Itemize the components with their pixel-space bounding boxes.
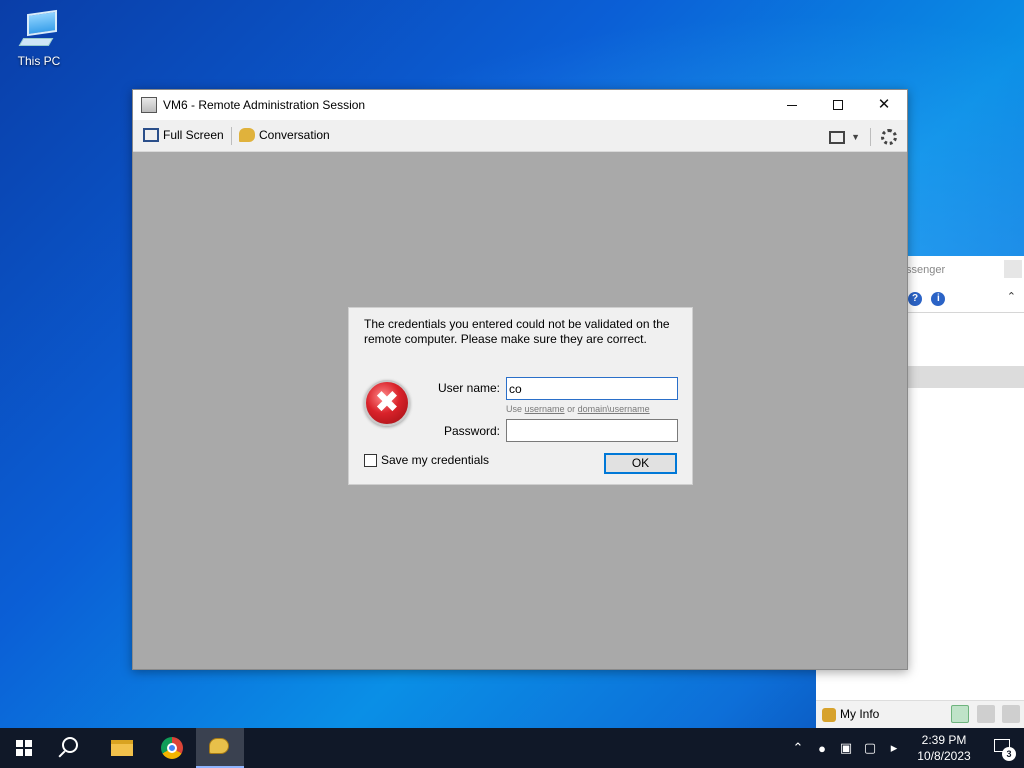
maximize-icon	[833, 100, 843, 111]
desktop-icon-label: This PC	[17, 54, 61, 68]
close-button[interactable]: ✕	[861, 90, 907, 120]
messenger-title-button[interactable]	[1004, 260, 1022, 278]
user-icon	[822, 707, 836, 722]
password-label: Password:	[443, 424, 500, 438]
maximize-button[interactable]	[815, 90, 861, 120]
my-info-button[interactable]: My Info	[822, 707, 879, 722]
divider	[906, 312, 1024, 313]
chevron-down-icon[interactable]: ▼	[851, 132, 860, 142]
messenger-icon	[209, 738, 229, 754]
toolbar-divider	[870, 128, 871, 146]
error-icon: ✖	[364, 380, 410, 426]
desktop-icon-this-pc[interactable]: This PC	[10, 8, 68, 68]
clock-time: 2:39 PM	[921, 733, 967, 747]
clock[interactable]: 2:39 PM 10/8/2023	[906, 732, 982, 764]
messenger-title: ssenger	[906, 264, 946, 276]
volume-muted-icon[interactable]: ▸	[882, 740, 906, 756]
status-offline-icon[interactable]	[1002, 705, 1020, 723]
computer-icon	[17, 8, 61, 52]
checkbox-box[interactable]	[364, 453, 377, 467]
hint-or: or	[567, 404, 576, 414]
username-label: User name:	[437, 381, 500, 395]
conversation-icon	[239, 128, 255, 142]
monitor-icon[interactable]	[829, 130, 846, 144]
conversation-label: Conversation	[259, 128, 330, 142]
system-tray: ⌃ ● ▣ ▢ ▸ 2:39 PM 10/8/2023 3	[786, 728, 1024, 768]
error-message: The credentials you entered could not be…	[364, 317, 670, 346]
minimize-button[interactable]	[769, 90, 815, 120]
username-hint: Use username or domain\username	[506, 404, 650, 414]
conversation-button[interactable]: Conversation	[239, 128, 330, 142]
notification-count: 3	[1002, 747, 1016, 761]
taskbar-messenger[interactable]	[196, 728, 244, 768]
save-credentials-checkbox[interactable]: Save my credentials	[364, 453, 489, 467]
toolbar: Full Screen Conversation ▼	[133, 120, 907, 152]
close-icon: ✕	[877, 96, 891, 113]
hint-domain-username-link[interactable]: domain\username	[578, 404, 650, 414]
hint-prefix: Use	[506, 404, 523, 414]
my-info-label: My Info	[840, 707, 880, 721]
info-icon[interactable]: i	[931, 292, 946, 306]
full-screen-icon	[143, 128, 159, 142]
window-title: VM6 - Remote Administration Session	[163, 98, 366, 112]
taskbar: ⌃ ● ▣ ▢ ▸ 2:39 PM 10/8/2023 3	[0, 728, 1024, 768]
title-bar[interactable]: VM6 - Remote Administration Session ✕	[133, 90, 907, 120]
username-input[interactable]	[506, 377, 678, 400]
taskbar-chrome[interactable]	[148, 728, 196, 768]
notification-button[interactable]: 3	[982, 728, 1024, 768]
minimize-icon	[787, 104, 797, 106]
start-button[interactable]	[0, 728, 48, 768]
chevron-up-icon[interactable]: ⌃	[786, 740, 810, 756]
messenger-status-bar: My Info	[816, 700, 1024, 728]
network-icon[interactable]: ▢	[858, 740, 882, 756]
search-button[interactable]	[48, 728, 96, 768]
save-credentials-label: Save my credentials	[381, 453, 490, 467]
windows-icon	[16, 740, 32, 756]
remote-tray-icon[interactable]: ▣	[834, 740, 858, 756]
full-screen-label: Full Screen	[163, 128, 224, 142]
clock-date: 10/8/2023	[917, 749, 971, 763]
taskbar-file-explorer[interactable]	[98, 728, 146, 768]
gear-icon[interactable]	[881, 129, 897, 145]
status-online-icon[interactable]	[951, 705, 970, 723]
app-icon	[141, 97, 157, 113]
messenger-tray-icon[interactable]: ●	[810, 741, 834, 756]
search-icon	[62, 737, 78, 753]
folder-icon	[111, 740, 133, 756]
chevron-up-icon[interactable]: ⌃	[1007, 290, 1016, 303]
list-item[interactable]	[906, 366, 1024, 388]
status-away-icon[interactable]	[976, 705, 995, 723]
chrome-icon	[161, 737, 183, 759]
hint-username-link[interactable]: username	[525, 404, 565, 414]
full-screen-button[interactable]: Full Screen	[143, 128, 224, 142]
password-input[interactable]	[506, 419, 678, 442]
credentials-dialog: The credentials you entered could not be…	[348, 307, 693, 485]
toolbar-divider	[231, 127, 232, 145]
help-icon[interactable]: ?	[908, 292, 922, 306]
ok-button[interactable]: OK	[604, 453, 677, 474]
